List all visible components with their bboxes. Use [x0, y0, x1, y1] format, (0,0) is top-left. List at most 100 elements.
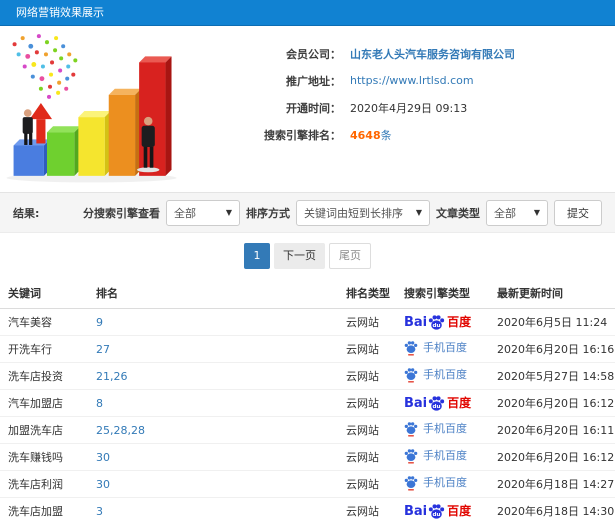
mobile-baidu-paw-icon [404, 475, 418, 491]
table-row: 开洗车行 27 云网站 手机百度 2020年6月20日 16:16 [0, 335, 615, 363]
header-rank: 排名 [88, 278, 338, 309]
rank-type-cell: 云网站 [338, 308, 396, 336]
article-type-select[interactable]: 全部 ▼ [486, 199, 548, 226]
update-time-cell: 2020年6月5日 11:24 [489, 308, 615, 336]
mobile-baidu-paw-icon [404, 340, 418, 356]
pagination: 1 下一页 尾页 [0, 233, 615, 278]
rank-cell[interactable]: 30 [88, 443, 338, 471]
keyword-cell: 洗车店投资 [0, 362, 88, 390]
promo-url-link[interactable]: https://www.lrtlsd.com [350, 74, 474, 87]
mobile-baidu-logo: 手机百度 [404, 421, 467, 437]
mobile-baidu-label: 手机百度 [423, 476, 467, 489]
keyword-cell: 汽车加盟店 [0, 389, 88, 417]
engine-rank-unit: 条 [380, 128, 392, 142]
engine-cell: 手机百度 [396, 443, 489, 471]
rank-cell[interactable]: 3 [88, 497, 338, 520]
rank-cell[interactable]: 8 [88, 389, 338, 417]
account-info-section: 会员公司： 山东老人头汽车服务咨询有限公司 推广地址： https://www.… [0, 26, 615, 192]
baidu-logo: Bai du 百度 [404, 314, 471, 331]
baidu-logo-text: Bai [404, 395, 428, 411]
engine-cell: Bai du 百度 [396, 497, 489, 520]
header-rank-type: 排名类型 [338, 278, 396, 309]
engine-cell: 手机百度 [396, 335, 489, 363]
mobile-baidu-logo: 手机百度 [404, 340, 467, 356]
header-update-time: 最新更新时间 [489, 278, 615, 309]
company-link[interactable]: 山东老人头汽车服务咨询有限公司 [350, 46, 515, 62]
rank-type-cell: 云网站 [338, 416, 396, 444]
engine-cell: 手机百度 [396, 416, 489, 444]
svg-text:du: du [433, 512, 441, 518]
update-time-cell: 2020年6月20日 16:12 [489, 389, 615, 417]
rank-type-cell: 云网站 [338, 470, 396, 498]
rank-cell[interactable]: 27 [88, 335, 338, 363]
sort-label: 排序方式 [246, 206, 290, 220]
engine-view-label: 分搜索引擎查看 [83, 206, 160, 220]
sort-selected: 关键词由短到长排序 [304, 206, 403, 220]
last-page-button[interactable]: 尾页 [329, 242, 371, 269]
page-button-current[interactable]: 1 [244, 242, 270, 269]
baidu-paw-icon: du [428, 395, 445, 411]
table-row: 洗车店加盟 3 云网站 Bai du 百度 2020年6月18日 14:30 [0, 497, 615, 520]
baidu-logo-text: Bai [404, 314, 428, 330]
info-row-engine-rank: 搜索引擎排名： 4648条 [178, 121, 615, 148]
engine-cell: Bai du 百度 [396, 389, 489, 417]
info-row-company: 会员公司： 山东老人头汽车服务咨询有限公司 [178, 40, 615, 67]
table-row: 汽车美容 9 云网站 Bai du 百度 2020年6月5日 11:24 [0, 308, 615, 336]
update-time-cell: 2020年6月20日 16:16 [489, 335, 615, 363]
table-row: 洗车店利润 30 云网站 手机百度 2020年6月18日 14:27 [0, 470, 615, 498]
update-time-cell: 2020年6月20日 16:12 [489, 443, 615, 471]
table-row: 洗车店投资 21,26 云网站 手机百度 2020年5月27日 14:58 [0, 362, 615, 390]
growth-chart-illustration [0, 26, 178, 188]
next-page-button[interactable]: 下一页 [274, 242, 325, 269]
baidu-logo-cn: 百度 [447, 504, 472, 518]
table-header-row: 关键词 排名 排名类型 搜索引擎类型 最新更新时间 [0, 278, 615, 309]
baidu-logo-text: Bai [404, 503, 428, 519]
account-info-list: 会员公司： 山东老人头汽车服务咨询有限公司 推广地址： https://www.… [178, 26, 615, 192]
keyword-cell: 洗车店加盟 [0, 497, 88, 520]
chevron-down-icon: ▼ [533, 208, 540, 217]
open-time-value: 2020年4月29日 09:13 [350, 101, 468, 115]
engine-view-select[interactable]: 全部 ▼ [166, 199, 240, 226]
engine-rank-count: 4648 [350, 128, 381, 142]
mobile-baidu-label: 手机百度 [423, 368, 467, 381]
rank-type-cell: 云网站 [338, 497, 396, 520]
chevron-down-icon: ▼ [415, 208, 422, 217]
filter-bar: 结果: 分搜索引擎查看 全部 ▼ 排序方式 关键词由短到长排序 ▼ 文章类型 全… [0, 192, 615, 233]
rank-cell[interactable]: 25,28,28 [88, 416, 338, 444]
header-keyword: 关键词 [0, 278, 88, 309]
keyword-cell: 汽车美容 [0, 308, 88, 336]
baidu-paw-icon: du [428, 503, 445, 519]
table-row: 汽车加盟店 8 云网站 Bai du 百度 2020年6月20日 16:12 [0, 389, 615, 417]
promo-url-label: 推广地址： [286, 74, 341, 88]
chevron-down-icon: ▼ [225, 208, 232, 217]
bar-chart-graphic-icon [6, 34, 177, 183]
rank-cell[interactable]: 30 [88, 470, 338, 498]
update-time-cell: 2020年5月27日 14:58 [489, 362, 615, 390]
table-row: 加盟洗车店 25,28,28 云网站 手机百度 2020年6月20日 16:11 [0, 416, 615, 444]
mobile-baidu-logo: 手机百度 [404, 367, 467, 383]
mobile-baidu-logo: 手机百度 [404, 475, 467, 491]
sort-select[interactable]: 关键词由短到长排序 ▼ [296, 199, 430, 226]
keyword-ranking-table: 关键词 排名 排名类型 搜索引擎类型 最新更新时间 汽车美容 9 云网站 Bai… [0, 278, 615, 520]
info-row-url: 推广地址： https://www.lrtlsd.com [178, 67, 615, 94]
rank-cell[interactable]: 21,26 [88, 362, 338, 390]
update-time-cell: 2020年6月18日 14:27 [489, 470, 615, 498]
svg-text:du: du [433, 323, 441, 329]
mobile-baidu-label: 手机百度 [423, 422, 467, 435]
mobile-baidu-paw-icon [404, 448, 418, 464]
keyword-cell: 加盟洗车店 [0, 416, 88, 444]
update-time-cell: 2020年6月18日 14:30 [489, 497, 615, 520]
rank-cell[interactable]: 9 [88, 308, 338, 336]
rank-type-cell: 云网站 [338, 335, 396, 363]
submit-button[interactable]: 提交 [554, 199, 602, 226]
svg-text:du: du [433, 404, 441, 410]
article-type-selected: 全部 [494, 206, 516, 220]
engine-cell: Bai du 百度 [396, 308, 489, 336]
update-time-cell: 2020年6月20日 16:11 [489, 416, 615, 444]
baidu-logo: Bai du 百度 [404, 395, 471, 412]
engine-cell: 手机百度 [396, 470, 489, 498]
article-type-label: 文章类型 [436, 206, 480, 220]
mobile-baidu-logo: 手机百度 [404, 448, 467, 464]
rank-type-cell: 云网站 [338, 443, 396, 471]
mobile-baidu-label: 手机百度 [423, 449, 467, 462]
